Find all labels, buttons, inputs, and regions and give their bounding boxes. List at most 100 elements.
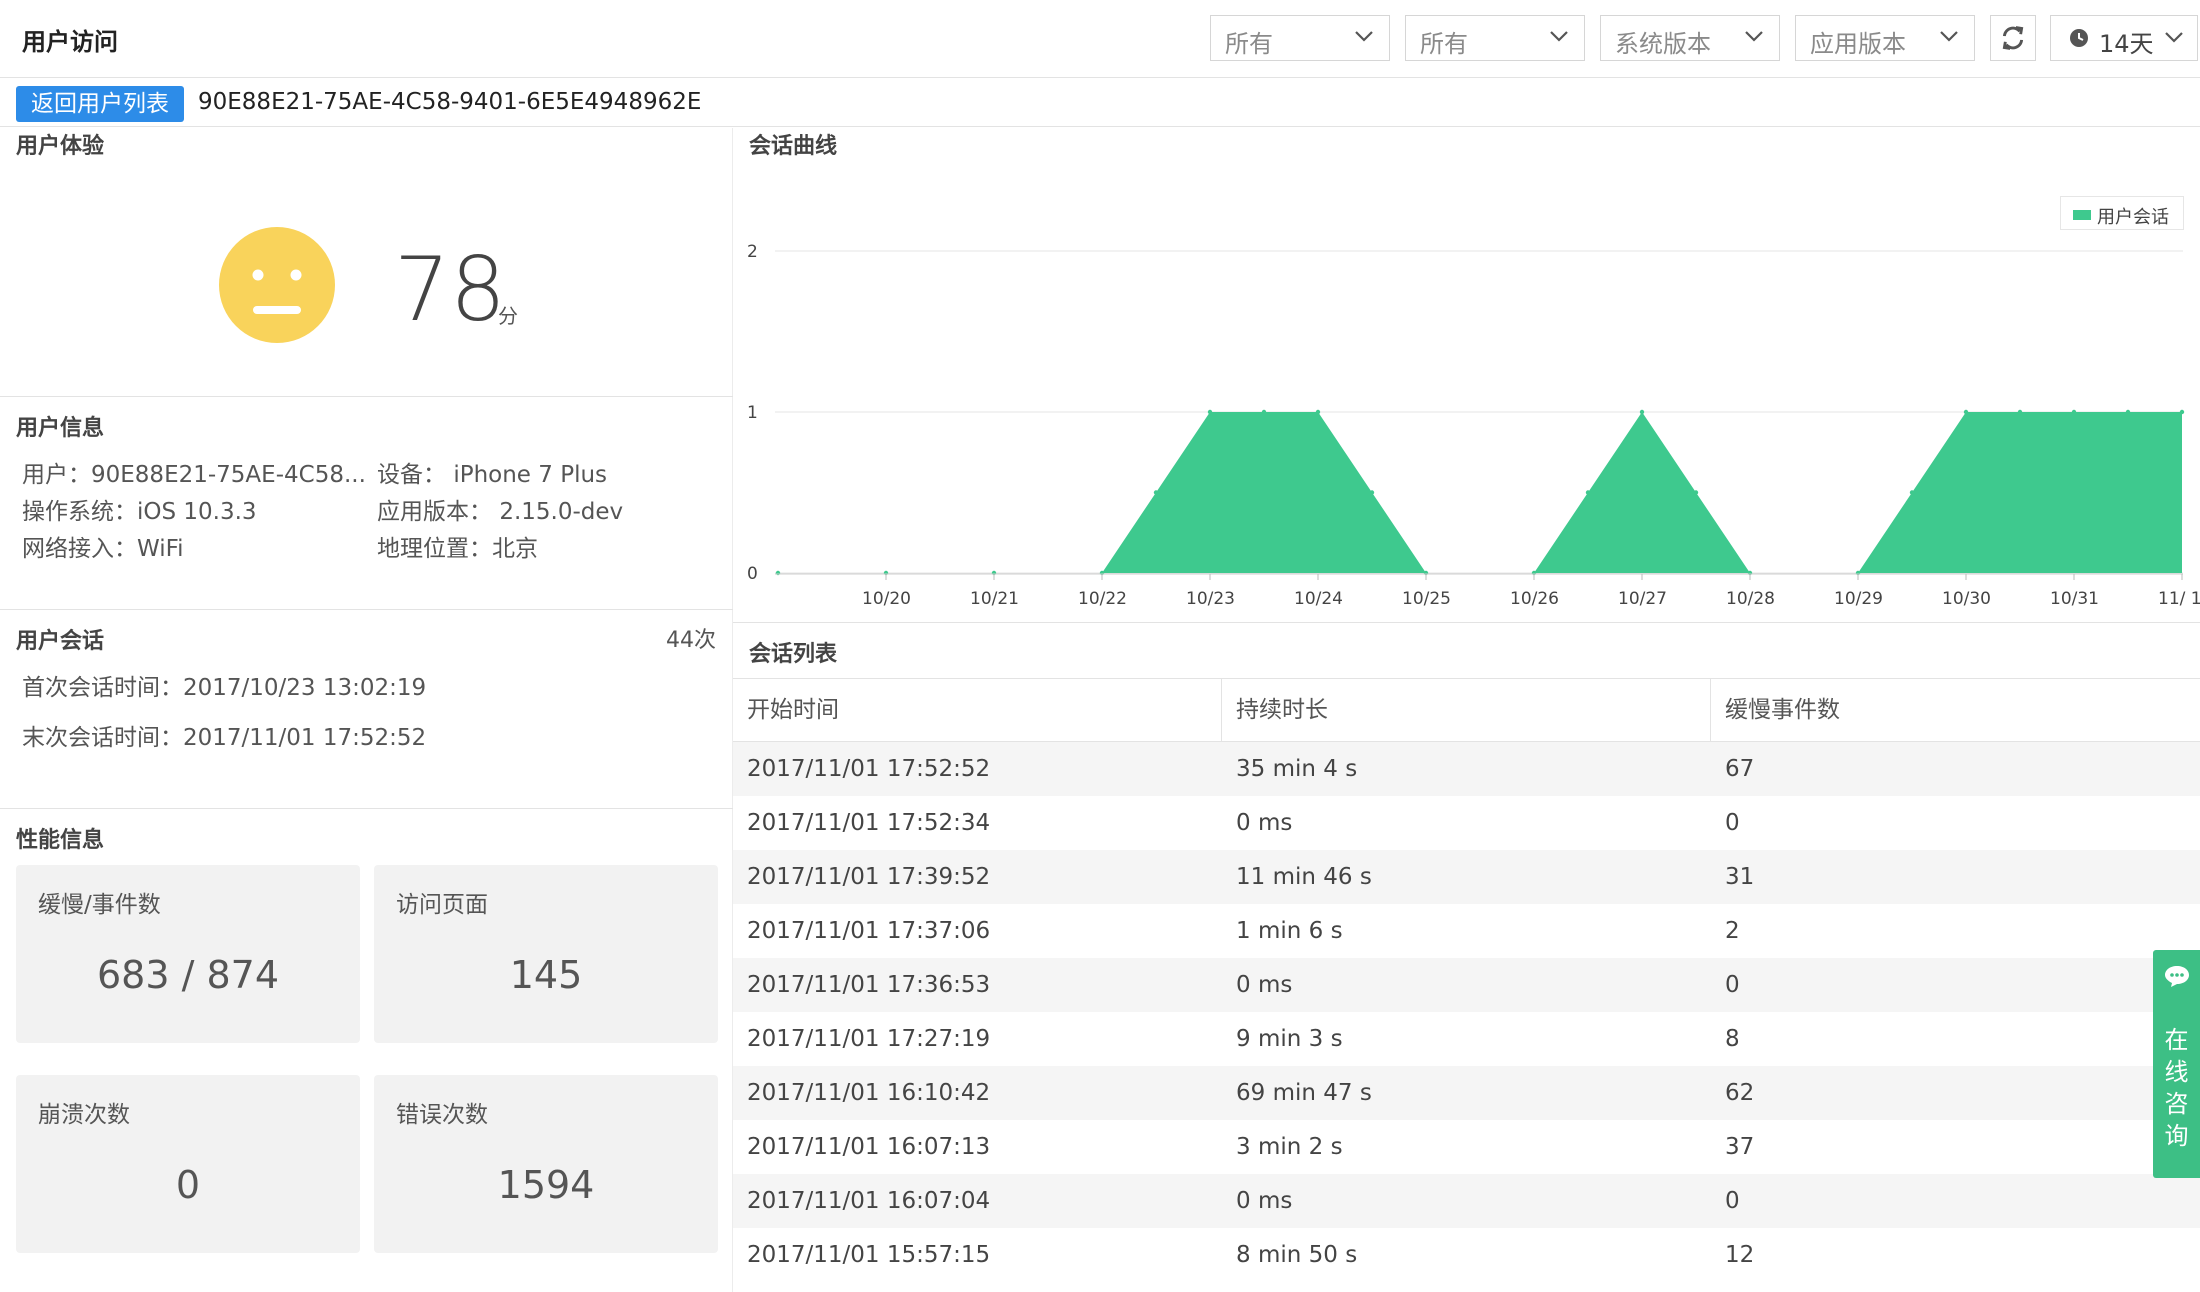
error-count-card: 错误次数 1594 bbox=[374, 1075, 718, 1253]
x-tick-label: 10/27 bbox=[1618, 589, 1667, 609]
table-row[interactable]: 2017/11/01 17:36:53 0 ms 0 bbox=[733, 958, 2200, 1012]
data-point bbox=[1963, 409, 1969, 415]
breadcrumb: 返回用户列表 90E88E21-75AE-4C58-9401-6E5E49489… bbox=[0, 79, 2200, 127]
data-point bbox=[1639, 409, 1645, 415]
cell-duration: 3 min 2 s bbox=[1236, 1134, 1343, 1160]
cell-slow-events: 0 bbox=[1725, 1188, 1740, 1214]
cell-duration: 11 min 46 s bbox=[1236, 864, 1372, 890]
cell-slow-events: 0 bbox=[1725, 810, 1740, 836]
data-point bbox=[1315, 409, 1321, 415]
card-value: 0 bbox=[175, 1163, 201, 1207]
data-point bbox=[2017, 409, 2023, 415]
os-label: 操作系统： bbox=[22, 499, 137, 525]
data-point bbox=[1207, 409, 1213, 415]
column-header-start-time[interactable]: 开始时间 bbox=[733, 679, 1222, 741]
card-label: 错误次数 bbox=[396, 1102, 488, 1128]
filter-dropdown-value: 所有 bbox=[1225, 30, 1273, 58]
column-header-slow-events[interactable]: 缓慢事件数 bbox=[1711, 679, 2200, 741]
location-row: 地理位置：北京 bbox=[377, 529, 538, 563]
online-consult-button[interactable]: 在线咨询 bbox=[2153, 950, 2200, 1178]
chevron-down-icon bbox=[1745, 31, 1763, 42]
last-session-value: 2017/11/01 17:52:52 bbox=[183, 725, 427, 751]
table-row[interactable]: 2017/11/01 16:07:13 3 min 2 s 37 bbox=[733, 1120, 2200, 1174]
app-version-value: 2.15.0-dev bbox=[499, 499, 624, 525]
table-row[interactable]: 2017/11/01 17:52:34 0 ms 0 bbox=[733, 796, 2200, 850]
chevron-down-icon bbox=[1355, 31, 1373, 42]
x-tick-label: 10/25 bbox=[1402, 589, 1451, 609]
performance-title: 性能信息 bbox=[16, 828, 105, 853]
x-tick-label: 10/21 bbox=[970, 589, 1019, 609]
consult-char: 询 bbox=[2164, 1122, 2189, 1150]
legend-swatch bbox=[2073, 210, 2091, 220]
back-to-user-list-button[interactable]: 返回用户列表 bbox=[16, 86, 184, 122]
data-point bbox=[1909, 490, 1915, 495]
x-tick-label: 10/20 bbox=[862, 589, 911, 609]
y-tick-label: 2 bbox=[747, 242, 758, 262]
sessions-title: 用户会话 bbox=[16, 629, 105, 654]
time-range-dropdown[interactable]: 14天 bbox=[2050, 15, 2198, 61]
cell-start-time: 2017/11/01 17:27:19 bbox=[747, 1026, 991, 1052]
y-tick-label: 1 bbox=[747, 403, 758, 423]
slow-events-card: 缓慢/事件数 683 / 874 bbox=[16, 865, 360, 1043]
right-panel: 会话曲线 0 1 2 10/20 10/21 10/22 10/23 10/24 10/25 10… bbox=[733, 128, 2200, 1292]
x-tick-label: 10/22 bbox=[1078, 589, 1127, 609]
chevron-down-icon bbox=[1550, 31, 1568, 42]
network-value: WiFi bbox=[137, 536, 184, 562]
device-row: 设备： iPhone 7 Plus bbox=[377, 455, 607, 489]
filter-dropdown-2[interactable]: 所有 bbox=[1405, 15, 1585, 61]
cell-start-time: 2017/11/01 17:52:34 bbox=[747, 810, 991, 836]
cell-duration: 9 min 3 s bbox=[1236, 1026, 1343, 1052]
data-point bbox=[1693, 490, 1699, 495]
x-tick-label: 10/29 bbox=[1834, 589, 1883, 609]
consult-char: 线 bbox=[2164, 1058, 2189, 1086]
consult-label: 在线咨询 bbox=[2153, 1024, 2200, 1152]
app-version-label: 应用版本： bbox=[377, 499, 492, 525]
cell-duration: 0 ms bbox=[1236, 810, 1293, 836]
cell-start-time: 2017/11/01 17:52:52 bbox=[747, 756, 991, 782]
cell-slow-events: 31 bbox=[1725, 864, 1755, 890]
table-header: 开始时间 持续时长 缓慢事件数 bbox=[733, 678, 2200, 742]
table-row[interactable]: 2017/11/01 16:07:04 0 ms 0 bbox=[733, 1174, 2200, 1228]
page-views-card: 访问页面 145 bbox=[374, 865, 718, 1043]
table-row[interactable]: 2017/11/01 17:39:52 11 min 46 s 31 bbox=[733, 850, 2200, 904]
x-tick-label: 10/28 bbox=[1726, 589, 1775, 609]
table-row[interactable]: 2017/11/01 17:52:52 35 min 4 s 67 bbox=[733, 742, 2200, 796]
cell-duration: 0 ms bbox=[1236, 972, 1293, 998]
table-row[interactable]: 2017/11/01 15:57:15 8 min 50 s 12 bbox=[733, 1228, 2200, 1282]
refresh-button[interactable] bbox=[1990, 15, 2036, 61]
data-point bbox=[2125, 409, 2131, 415]
card-label: 访问页面 bbox=[396, 892, 488, 918]
y-tick-label: 0 bbox=[747, 564, 758, 584]
network-row: 网络接入：WiFi bbox=[22, 529, 184, 563]
location-value: 北京 bbox=[492, 536, 538, 562]
app-version-dropdown[interactable]: 应用版本 bbox=[1795, 15, 1975, 61]
table-row[interactable]: 2017/11/01 16:10:42 69 min 47 s 62 bbox=[733, 1066, 2200, 1120]
user-info-title: 用户信息 bbox=[16, 416, 105, 441]
table-row[interactable]: 2017/11/01 17:37:06 1 min 6 s 2 bbox=[733, 904, 2200, 958]
cell-slow-events: 0 bbox=[1725, 972, 1740, 998]
device-label: 设备： bbox=[377, 462, 446, 488]
divider bbox=[0, 396, 733, 397]
data-point bbox=[1261, 409, 1267, 415]
experience-title: 用户体验 bbox=[16, 134, 105, 159]
x-tick-label: 11/ 1 bbox=[2158, 589, 2200, 609]
column-header-duration[interactable]: 持续时长 bbox=[1222, 679, 1711, 741]
network-label: 网络接入： bbox=[22, 536, 137, 562]
data-point bbox=[775, 570, 781, 576]
filter-dropdown-1[interactable]: 所有 bbox=[1210, 15, 1390, 61]
table-row[interactable]: 2017/11/01 17:27:19 9 min 3 s 8 bbox=[733, 1012, 2200, 1066]
chat-bubble-icon bbox=[2165, 966, 2189, 987]
time-range-value: 14天 bbox=[2099, 30, 2154, 58]
x-tick-label: 10/30 bbox=[1942, 589, 1991, 609]
clock-icon bbox=[2070, 29, 2088, 47]
card-value: 1594 bbox=[497, 1163, 595, 1207]
os-version-dropdown[interactable]: 系统版本 bbox=[1600, 15, 1780, 61]
first-session-label: 首次会话时间： bbox=[22, 675, 183, 701]
card-label: 崩溃次数 bbox=[38, 1102, 130, 1128]
chart-legend[interactable]: 用户会话 bbox=[2060, 196, 2184, 230]
cell-start-time: 2017/11/01 15:57:15 bbox=[747, 1242, 991, 1268]
cell-duration: 8 min 50 s bbox=[1236, 1242, 1358, 1268]
cell-start-time: 2017/11/01 17:37:06 bbox=[747, 918, 991, 944]
data-point bbox=[1153, 490, 1159, 495]
page-title: 用户访问 bbox=[22, 28, 118, 56]
